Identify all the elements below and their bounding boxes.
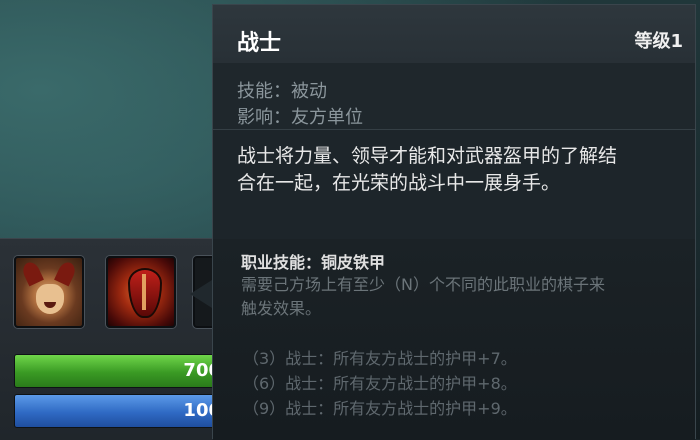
tooltip-title: 战士 <box>237 31 282 56</box>
tooltip-level: 等级1 <box>634 31 683 52</box>
tooltip-properties: 技能：被动 影响：友方单位 <box>213 63 695 130</box>
class-skill-section: 职业技能：铜皮铁甲 需要己方场上有至少（N）个不同的此职业的棋子来 触发效果。 … <box>213 239 695 440</box>
description-line-1: 战士将力量、领导才能和对武器盔甲的了解结 <box>237 145 618 167</box>
skill-type: 技能：被动 <box>237 81 327 102</box>
class-desc-line-2: 触发效果。 <box>241 299 322 318</box>
class-skill-title: 职业技能：铜皮铁甲 <box>241 253 386 272</box>
tier-3: （3）战士：所有友方战士的护甲+7。 <box>243 349 517 368</box>
tier-6: （6）战士：所有友方战士的护甲+8。 <box>243 374 517 393</box>
ability-tooltip: 战士 等级1 技能：被动 影响：友方单位 战士将力量、领导才能和对武器盔甲的了解… <box>212 4 696 440</box>
class-desc-line-1: 需要己方场上有至少（N）个不同的此职业的棋子来 <box>241 275 605 294</box>
affects: 影响：友方单位 <box>237 107 363 128</box>
tooltip-header: 战士 等级1 <box>213 5 695 64</box>
description-line-2: 合在一起，在光荣的战斗中一展身手。 <box>237 172 561 194</box>
health-bar: 700 <box>14 354 226 388</box>
tier-9: （9）战士：所有友方战士的护甲+9。 <box>243 399 517 418</box>
warrior-shield-icon[interactable] <box>106 256 176 328</box>
class-skill-description: 需要己方场上有至少（N）个不同的此职业的棋子来 触发效果。 <box>241 273 681 321</box>
hero-portrait-icon[interactable] <box>14 256 84 328</box>
tooltip-pointer <box>190 280 212 308</box>
tooltip-description: 战士将力量、领导才能和对武器盔甲的了解结 合在一起，在光荣的战斗中一展身手。 <box>237 143 677 197</box>
mana-bar: 100 <box>14 394 226 428</box>
